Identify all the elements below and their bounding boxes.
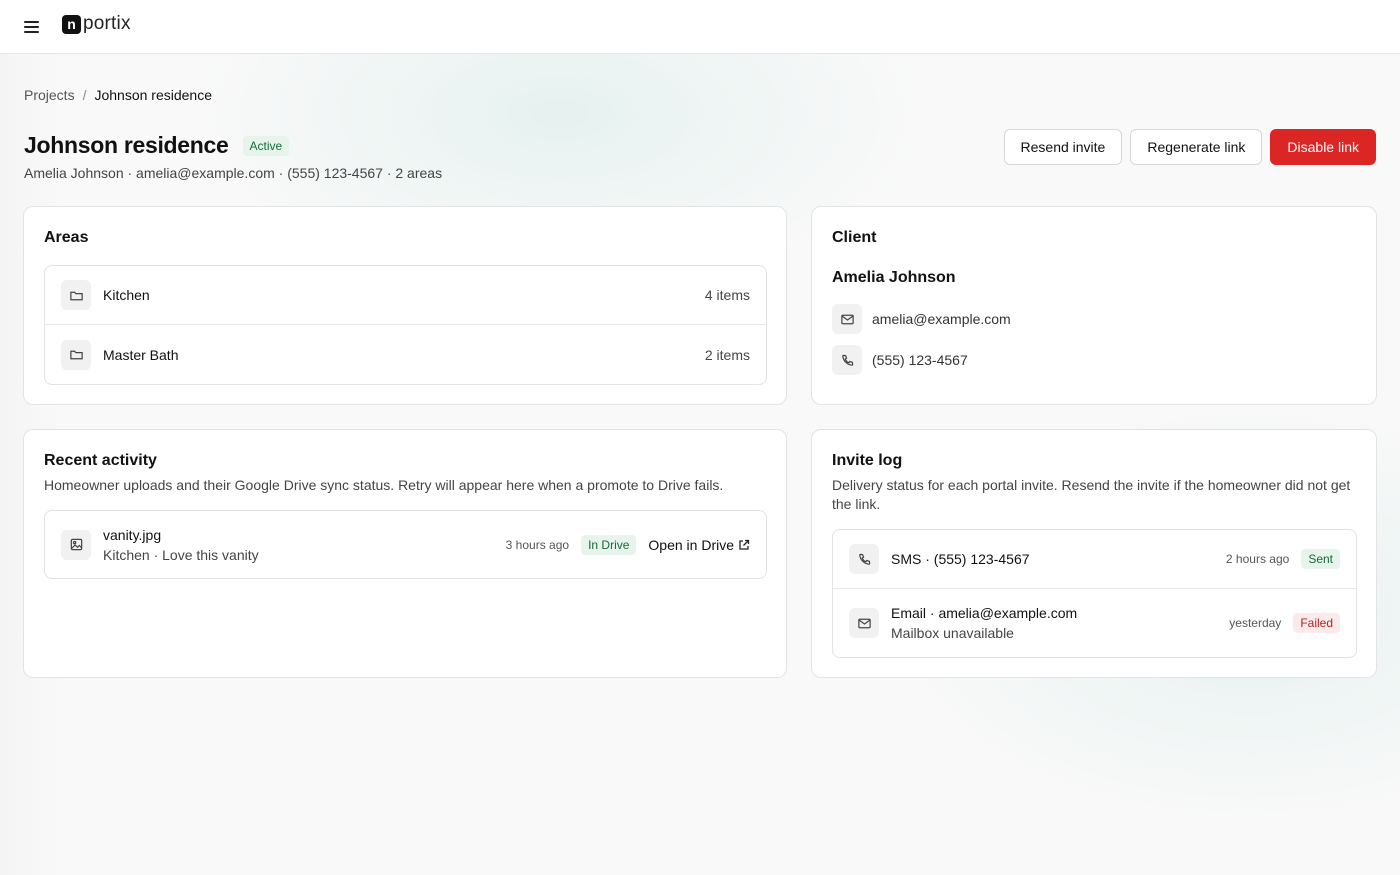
status-badge: Active	[242, 135, 290, 156]
activity-row: vanity.jpg Kitchen · Love this vanity 3 …	[45, 511, 766, 578]
disable-link-button[interactable]: Disable link	[1270, 129, 1376, 165]
invite-channel: SMS · (555) 123-4567	[891, 551, 1030, 567]
page-title: Johnson residence	[24, 132, 229, 158]
app-logo[interactable]: n portix	[62, 12, 131, 34]
project-subtitle: Amelia Johnson · amelia@example.com · (5…	[24, 165, 443, 181]
client-name: Amelia Johnson	[832, 269, 956, 286]
area-name: Kitchen	[103, 287, 150, 303]
invite-log-title: Invite log	[832, 452, 903, 469]
regenerate-link-button[interactable]: Regenerate link	[1130, 129, 1263, 165]
invite-row-sms: SMS · (555) 123-4567 2 hours ago Sent	[833, 530, 1356, 589]
phone-icon	[832, 345, 862, 375]
invite-text: Email · amelia@example.com Mailbox unava…	[891, 605, 1077, 641]
activity-time: 3 hours ago	[505, 537, 570, 552]
invite-log-description: Delivery status for each portal invite. …	[832, 477, 1351, 512]
recent-activity-card: Recent activity Homeowner uploads and th…	[23, 429, 787, 678]
folder-icon	[61, 339, 91, 370]
area-count: 2 items	[704, 346, 750, 363]
areas-title: Areas	[44, 229, 89, 246]
client-phone-row[interactable]: (555) 123-4567	[832, 345, 968, 375]
areas-list: Kitchen 4 items Master Bath 2 items	[44, 265, 767, 385]
areas-card: Areas Kitchen 4 items Master Bath 2 item…	[23, 206, 787, 405]
header-actions: Resend invite Regenerate link Disable li…	[1003, 129, 1376, 165]
title-row: Johnson residence Active	[24, 132, 290, 159]
area-row-kitchen[interactable]: Kitchen 4 items	[45, 266, 766, 325]
client-card: Client Amelia Johnson amelia@example.com…	[811, 206, 1377, 405]
mail-icon	[849, 608, 879, 638]
activity-text: vanity.jpg Kitchen · Love this vanity	[103, 527, 259, 563]
open-in-drive-link[interactable]: Open in Drive	[648, 537, 750, 553]
invite-status-badge: Failed	[1293, 613, 1340, 633]
area-count: 4 items	[704, 287, 750, 303]
mail-icon	[832, 304, 862, 334]
activity-meta: 3 hours ago In Drive Open in Drive	[505, 534, 750, 555]
client-email: amelia@example.com	[872, 311, 1011, 327]
recent-activity-title: Recent activity	[44, 452, 157, 469]
client-phone: (555) 123-4567	[872, 352, 968, 368]
breadcrumb-current: Johnson residence	[94, 87, 212, 103]
image-icon	[61, 529, 91, 560]
resend-invite-button[interactable]: Resend invite	[1003, 129, 1123, 165]
invite-time: yesterday	[1229, 616, 1282, 630]
logo-text: portix	[83, 12, 131, 34]
recent-activity-description: Homeowner uploads and their Google Drive…	[44, 477, 724, 493]
open-in-drive-label: Open in Drive	[648, 536, 734, 553]
breadcrumb-projects-link[interactable]: Projects	[24, 87, 75, 103]
invite-channel: Email · amelia@example.com	[891, 605, 1078, 621]
invite-time: 2 hours ago	[1225, 552, 1290, 566]
invite-log-card: Invite log Delivery status for each port…	[811, 429, 1377, 678]
area-row-master-bath[interactable]: Master Bath 2 items	[45, 325, 766, 384]
top-bar: n portix	[0, 0, 1400, 54]
activity-list: vanity.jpg Kitchen · Love this vanity 3 …	[44, 510, 767, 579]
breadcrumb-separator: /	[82, 87, 87, 103]
invite-meta: yesterday Failed	[1229, 613, 1340, 633]
invite-row-email: Email · amelia@example.com Mailbox unava…	[833, 589, 1356, 657]
invite-log-list: SMS · (555) 123-4567 2 hours ago Sent Em…	[832, 529, 1357, 658]
external-link-icon	[739, 539, 750, 550]
activity-file-name: vanity.jpg	[103, 526, 162, 543]
client-email-row[interactable]: amelia@example.com	[832, 304, 1011, 334]
invite-status-badge: Sent	[1301, 549, 1340, 569]
breadcrumb: Projects / Johnson residence	[24, 87, 212, 103]
menu-icon[interactable]	[24, 18, 42, 36]
logo-mark: n	[62, 15, 81, 34]
invite-detail: Mailbox unavailable	[891, 625, 1014, 641]
invite-meta: 2 hours ago Sent	[1226, 549, 1340, 569]
activity-detail: Kitchen · Love this vanity	[103, 546, 259, 563]
drive-status-badge: In Drive	[581, 534, 637, 555]
phone-icon	[849, 544, 879, 574]
area-name: Master Bath	[103, 346, 179, 363]
client-title: Client	[832, 229, 877, 246]
folder-icon	[61, 280, 91, 310]
